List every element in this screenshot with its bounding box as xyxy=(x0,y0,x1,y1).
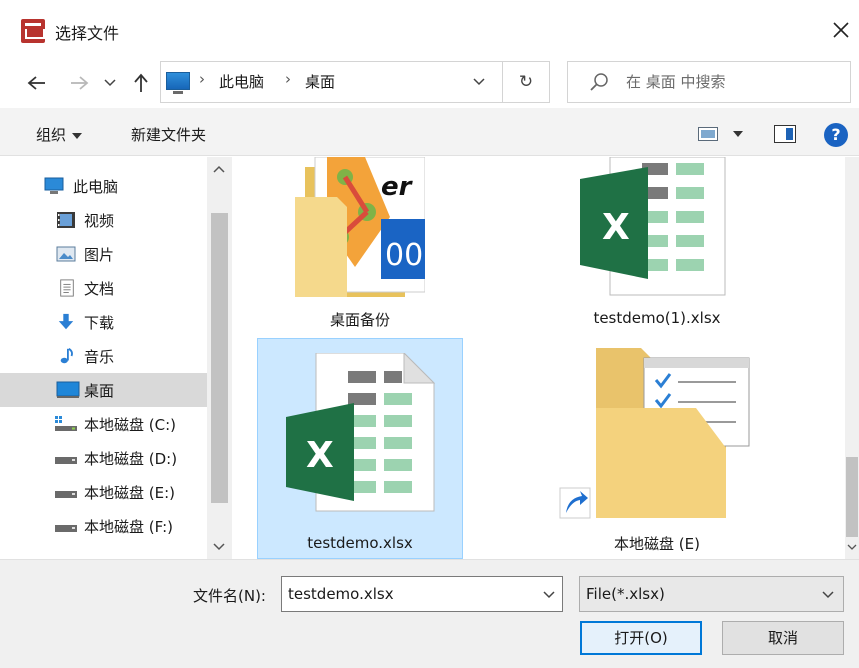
content-scroll-thumb[interactable] xyxy=(846,457,858,537)
preview-pane-icon[interactable] xyxy=(774,125,796,143)
sidebar-item-pictures[interactable]: 图片 xyxy=(0,237,207,271)
content-scrollbar[interactable] xyxy=(845,157,859,559)
command-bar: 组织 新建文件夹 xyxy=(0,108,859,156)
sidebar-item-label: 本地磁盘 (F:) xyxy=(84,518,173,536)
filename-label: 文件名(N): xyxy=(193,587,266,605)
search-input[interactable]: 在 桌面 中搜索 xyxy=(626,71,726,92)
up-arrow-icon[interactable] xyxy=(128,70,154,96)
sidebar-item-downloads[interactable]: 下载 xyxy=(0,305,207,339)
sidebar-item-label: 本地磁盘 (E:) xyxy=(84,484,176,502)
svg-text:00: 00 xyxy=(385,238,423,273)
sidebar-item-music[interactable]: 音乐 xyxy=(0,339,207,373)
breadcrumb-desktop[interactable]: 桌面 xyxy=(305,71,335,92)
app-logo-icon xyxy=(21,19,45,43)
sidebar-item-videos[interactable]: 视频 xyxy=(0,203,207,237)
cancel-button[interactable]: 取消 xyxy=(722,621,844,655)
file-tile-drive-shortcut[interactable]: 本地磁盘 (E) xyxy=(552,338,762,559)
music-icon xyxy=(60,348,73,364)
sidebar-item-drive-d[interactable]: 本地磁盘 (D:) xyxy=(0,441,207,475)
svg-text:X: X xyxy=(602,207,630,248)
sidebar-item-label: 桌面 xyxy=(84,382,115,400)
drive-icon xyxy=(55,491,77,498)
drive-icon xyxy=(55,457,77,464)
filetype-value: File(*.xlsx) xyxy=(586,585,665,603)
search-box[interactable]: 在 桌面 中搜索 xyxy=(567,61,851,103)
sidebar-item-label: 本地磁盘 (C:) xyxy=(84,416,176,434)
organize-menu-button[interactable]: 组织 xyxy=(36,124,83,145)
file-name-label: 桌面备份 xyxy=(329,311,390,329)
sidebar-item-label: 音乐 xyxy=(84,348,115,366)
filetype-dropdown-chevron-icon xyxy=(822,591,834,599)
pictures-icon xyxy=(56,246,76,262)
navigation-pane: 此电脑 视频 图片 文档 下载 音乐 桌面 本地磁盘 (C:) 本地磁盘 (D:… xyxy=(0,157,232,559)
download-icon xyxy=(58,313,74,330)
sidebar-item-drive-e[interactable]: 本地磁盘 (E:) xyxy=(0,475,207,509)
folder-shortcut-icon xyxy=(559,348,750,519)
divider xyxy=(502,62,503,102)
file-tile-folder[interactable]: er 00 桌面备份 xyxy=(257,157,463,335)
organize-label: 组织 xyxy=(36,126,67,144)
filetype-select[interactable]: File(*.xlsx) xyxy=(579,576,844,612)
drive-icon xyxy=(55,525,77,532)
scroll-up-chevron-icon[interactable] xyxy=(211,163,227,177)
sidebar-item-label: 本地磁盘 (D:) xyxy=(84,450,178,468)
refresh-icon[interactable]: ↻ xyxy=(513,70,539,94)
search-icon xyxy=(590,73,608,91)
scroll-down-chevron-icon[interactable] xyxy=(845,541,859,555)
address-dropdown-chevron-icon[interactable] xyxy=(468,72,490,92)
dialog-footer: 文件名(N): testdemo.xlsx File(*.xlsx) 打开(O)… xyxy=(0,559,859,668)
file-name-label: 本地磁盘 (E) xyxy=(614,535,700,553)
file-name-label: testdemo(1).xlsx xyxy=(593,309,721,327)
title-bar: 选择文件 xyxy=(0,0,859,62)
scroll-down-chevron-icon[interactable] xyxy=(211,541,227,555)
file-tile-excel[interactable]: X testdemo(1).xlsx xyxy=(552,157,762,335)
change-view-icon[interactable] xyxy=(698,127,718,141)
new-folder-button[interactable]: 新建文件夹 xyxy=(131,124,206,145)
close-icon[interactable] xyxy=(828,17,854,43)
back-arrow-icon[interactable] xyxy=(24,70,50,96)
file-list: er 00 桌面备份 X testdemo(1).xlsx X testdemo… xyxy=(232,157,845,559)
filename-field[interactable]: testdemo.xlsx xyxy=(281,576,563,612)
address-bar[interactable]: › 此电脑 › 桌面 ↻ xyxy=(160,61,550,103)
file-tile-excel-selected[interactable]: X testdemo.xlsx xyxy=(257,338,463,559)
sidebar-item-drive-c[interactable]: 本地磁盘 (C:) xyxy=(0,407,207,441)
svg-text:er: er xyxy=(381,172,414,202)
filename-dropdown-chevron-icon[interactable] xyxy=(542,587,556,601)
breadcrumb-separator-icon: › xyxy=(285,70,291,88)
breadcrumb-this-pc[interactable]: 此电脑 xyxy=(219,71,264,92)
drive-c-icon xyxy=(55,416,77,431)
window-title: 选择文件 xyxy=(55,24,120,43)
sidebar-item-label: 此电脑 xyxy=(73,178,119,196)
computer-icon xyxy=(166,72,190,94)
forward-arrow-icon[interactable] xyxy=(66,70,92,96)
computer-icon xyxy=(44,177,64,194)
sidebar-item-documents[interactable]: 文档 xyxy=(0,271,207,305)
sidebar-item-label: 下载 xyxy=(84,314,115,332)
documents-icon xyxy=(60,279,74,297)
sidebar-item-label: 图片 xyxy=(84,246,115,264)
video-icon xyxy=(57,212,75,228)
view-options-caret-icon[interactable] xyxy=(733,131,743,137)
sidebar-scroll-thumb[interactable] xyxy=(211,213,228,503)
svg-text:X: X xyxy=(306,435,334,476)
excel-file-icon: X xyxy=(286,353,436,512)
sidebar-scrollbar[interactable] xyxy=(207,157,232,559)
sidebar-item-drive-f[interactable]: 本地磁盘 (F:) xyxy=(0,509,207,543)
sidebar-item-this-pc[interactable]: 此电脑 xyxy=(0,169,207,203)
filename-value: testdemo.xlsx xyxy=(288,585,394,603)
folder-icon: er 00 xyxy=(295,157,425,297)
help-icon[interactable]: ? xyxy=(824,123,848,147)
excel-file-icon: X xyxy=(580,157,726,296)
caret-down-icon xyxy=(72,132,83,139)
recent-locations-chevron-icon[interactable] xyxy=(100,70,120,96)
open-button[interactable]: 打开(O) xyxy=(580,621,702,655)
desktop-icon xyxy=(56,381,80,398)
sidebar-item-label: 视频 xyxy=(84,212,115,230)
sidebar-item-desktop[interactable]: 桌面 xyxy=(0,373,207,407)
file-name-label: testdemo.xlsx xyxy=(307,534,413,552)
breadcrumb-separator-icon: › xyxy=(199,70,205,88)
sidebar-item-label: 文档 xyxy=(84,280,115,298)
